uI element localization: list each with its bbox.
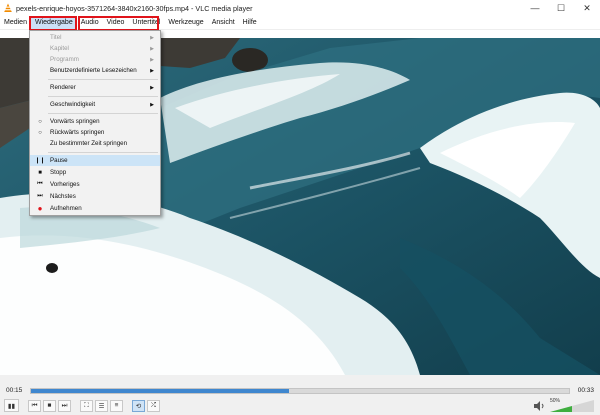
next-icon: ⏭ xyxy=(37,193,43,199)
playback-controls: 00:15 00:33 ▮▮ ⏮ ■ ⏭ ⛶ ☰ ≡ ⟲ ⤮ 50% xyxy=(0,375,600,415)
menu-separator xyxy=(48,79,158,80)
minimize-button[interactable]: — xyxy=(522,0,548,16)
playlist-button[interactable]: ≡ xyxy=(110,399,123,412)
seek-bar[interactable] xyxy=(30,388,570,394)
menu-option-program[interactable]: Programm ▶ xyxy=(30,54,160,65)
menu-option-jump-forward[interactable]: ○ Vorwärts springen xyxy=(30,116,160,127)
loop-button[interactable]: ⟲ xyxy=(132,399,145,412)
submenu-arrow-icon: ▶ xyxy=(150,67,154,74)
submenu-arrow-icon: ▶ xyxy=(150,45,154,52)
speaker-icon xyxy=(534,401,544,411)
menu-tools[interactable]: Werkzeuge xyxy=(164,17,207,29)
submenu-arrow-icon: ▶ xyxy=(150,34,154,41)
shuffle-button[interactable]: ⤮ xyxy=(147,399,160,412)
submenu-arrow-icon: ▶ xyxy=(150,56,154,63)
menu-view[interactable]: Ansicht xyxy=(208,17,239,29)
elapsed-time: 00:15 xyxy=(6,387,23,394)
menu-option-bookmarks[interactable]: Benutzerdefinierte Lesezeichen ▶ xyxy=(30,65,160,76)
menu-option-jump-backward[interactable]: ○ Rückwärts springen xyxy=(30,127,160,138)
maximize-button[interactable]: ☐ xyxy=(548,0,574,16)
next-button[interactable]: ⏭ xyxy=(58,399,71,412)
menu-option-pause[interactable]: ❙❙ Pause xyxy=(30,155,160,166)
menu-separator xyxy=(48,152,158,153)
highlight-menu-group xyxy=(78,16,159,31)
previous-icon: ⏮ xyxy=(37,181,43,187)
menu-option-jump-to-time[interactable]: Zu bestimmter Zeit springen xyxy=(30,138,160,149)
highlight-playback-menu xyxy=(29,16,77,31)
submenu-arrow-icon: ▶ xyxy=(150,101,154,108)
menu-option-record[interactable]: ● Aufnehmen xyxy=(30,203,160,214)
pause-icon: ❙❙ xyxy=(34,158,46,164)
backward-icon: ○ xyxy=(38,129,42,136)
stop-icon: ■ xyxy=(38,169,42,176)
stop-button[interactable]: ■ xyxy=(43,399,56,412)
menu-option-speed[interactable]: Geschwindigkeit ▶ xyxy=(30,99,160,110)
vlc-cone-icon xyxy=(4,3,12,12)
total-time: 00:33 xyxy=(577,387,594,394)
forward-icon: ○ xyxy=(38,118,42,125)
menu-option-title[interactable]: Titel ▶ xyxy=(30,32,160,43)
menu-option-chapter[interactable]: Kapitel ▶ xyxy=(30,43,160,54)
record-icon: ● xyxy=(37,204,43,213)
extended-settings-button[interactable]: ☰ xyxy=(95,399,108,412)
menu-separator xyxy=(48,96,158,97)
menu-option-previous[interactable]: ⏮ Vorheriges xyxy=(30,179,160,190)
close-button[interactable]: ✕ xyxy=(574,0,600,16)
menu-help[interactable]: Hilfe xyxy=(239,17,261,29)
fullscreen-button[interactable]: ⛶ xyxy=(80,399,93,412)
volume-control[interactable]: 50% xyxy=(534,398,594,412)
menu-separator xyxy=(48,113,158,114)
volume-slider[interactable] xyxy=(550,400,594,412)
menu-option-renderer[interactable]: Renderer ▶ xyxy=(30,82,160,93)
menu-option-stop[interactable]: ■ Stopp xyxy=(30,167,160,178)
seek-progress xyxy=(31,389,290,393)
play-pause-button[interactable]: ▮▮ xyxy=(4,399,19,412)
submenu-arrow-icon: ▶ xyxy=(150,84,154,91)
menu-media[interactable]: Medien xyxy=(0,17,31,29)
previous-button[interactable]: ⏮ xyxy=(28,399,41,412)
playback-dropdown-menu: Titel ▶ Kapitel ▶ Programm ▶ Benutzerdef… xyxy=(29,30,161,216)
title-bar: pexels-enrique-hoyos-3571264-3840x2160-3… xyxy=(0,0,600,16)
window-title: pexels-enrique-hoyos-3571264-3840x2160-3… xyxy=(16,3,253,13)
menu-option-next[interactable]: ⏭ Nächstes xyxy=(30,191,160,202)
